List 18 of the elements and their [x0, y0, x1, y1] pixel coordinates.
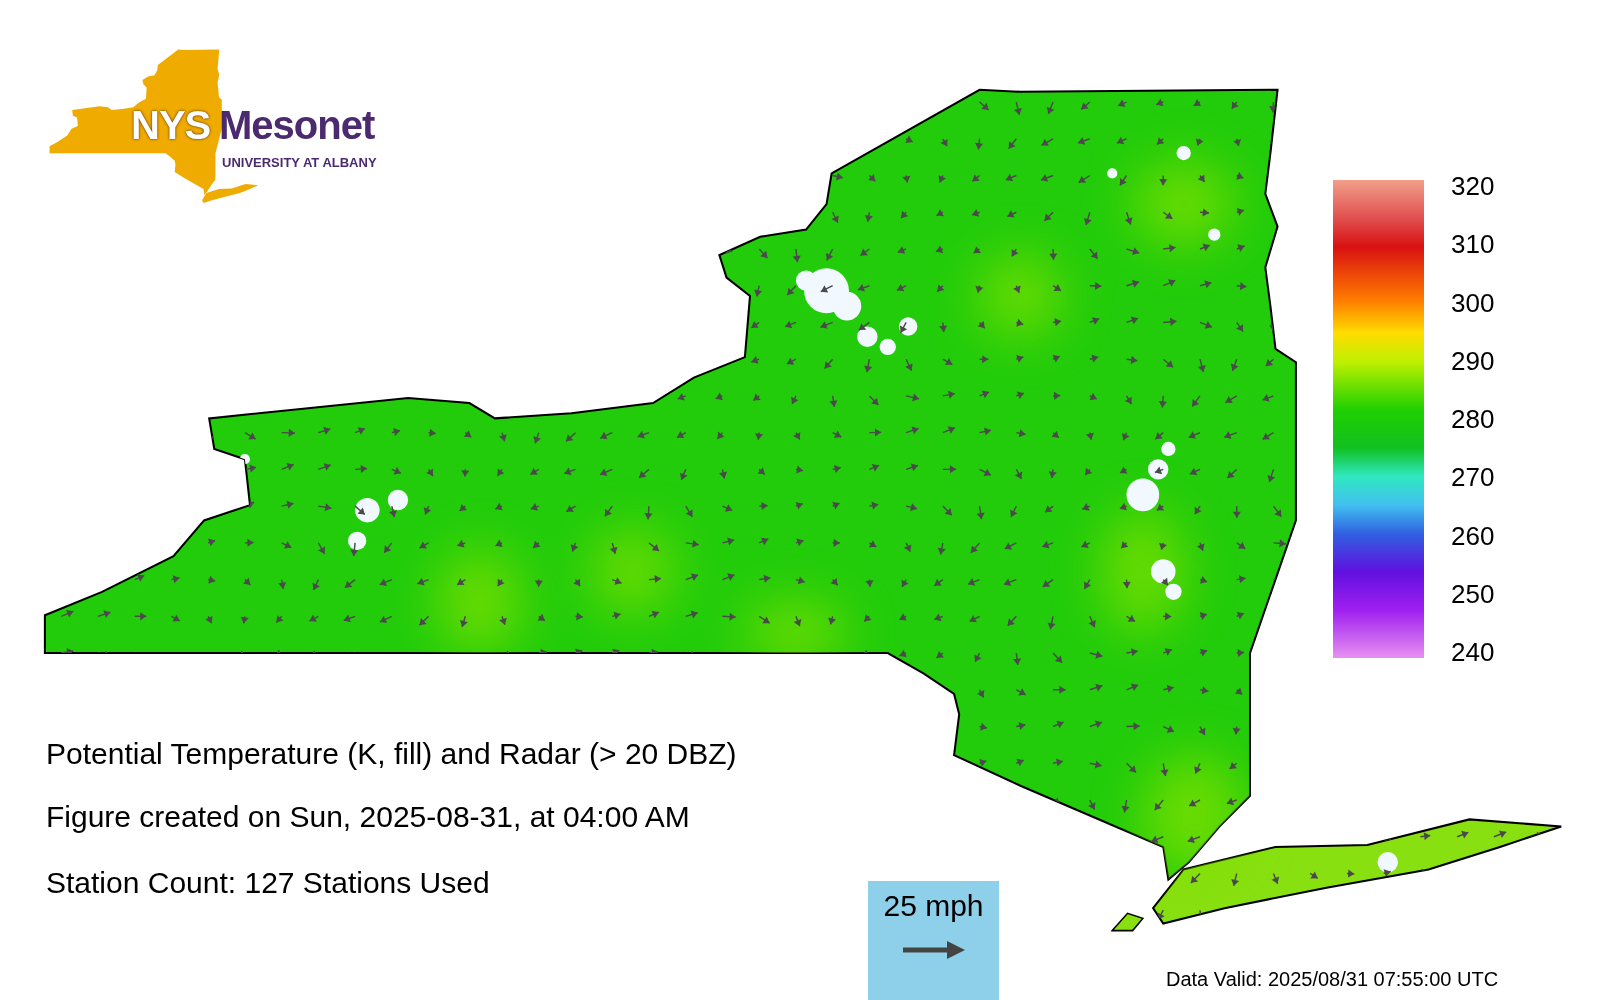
color-scale-label: 290 — [1451, 345, 1495, 377]
color-scale-label: 270 — [1451, 462, 1495, 494]
arrow-icon — [900, 939, 967, 961]
color-scale-label: 310 — [1451, 229, 1495, 261]
color-scale-label: 280 — [1451, 404, 1495, 435]
color-scale-label: 260 — [1451, 520, 1495, 552]
figure-caption: Figure created on Sun, 2025-08-31, at 04:00 AM — [46, 800, 690, 834]
data-valid-time: Data Valid: 2025/08/31 07:55:00 UTC — [1166, 968, 1499, 991]
logo-brand: NYS — [131, 103, 211, 148]
figure-caption: Station Count: 127 Stations Used — [46, 866, 490, 900]
color-scale-label: 320 — [1451, 171, 1495, 202]
color-scale-label: 240 — [1451, 637, 1495, 668]
figure-caption: Potential Temperature (K, fill) and Radar (> 20 DBZ) — [46, 737, 737, 771]
logo-name: Mesonet — [219, 103, 375, 148]
color-scale-label: 300 — [1451, 287, 1495, 319]
wind-scale-label: 25 mph — [883, 889, 984, 923]
color-scale-label: 250 — [1451, 578, 1495, 610]
logo-subtitle: UNIVERSITY AT ALBANY — [222, 155, 377, 170]
